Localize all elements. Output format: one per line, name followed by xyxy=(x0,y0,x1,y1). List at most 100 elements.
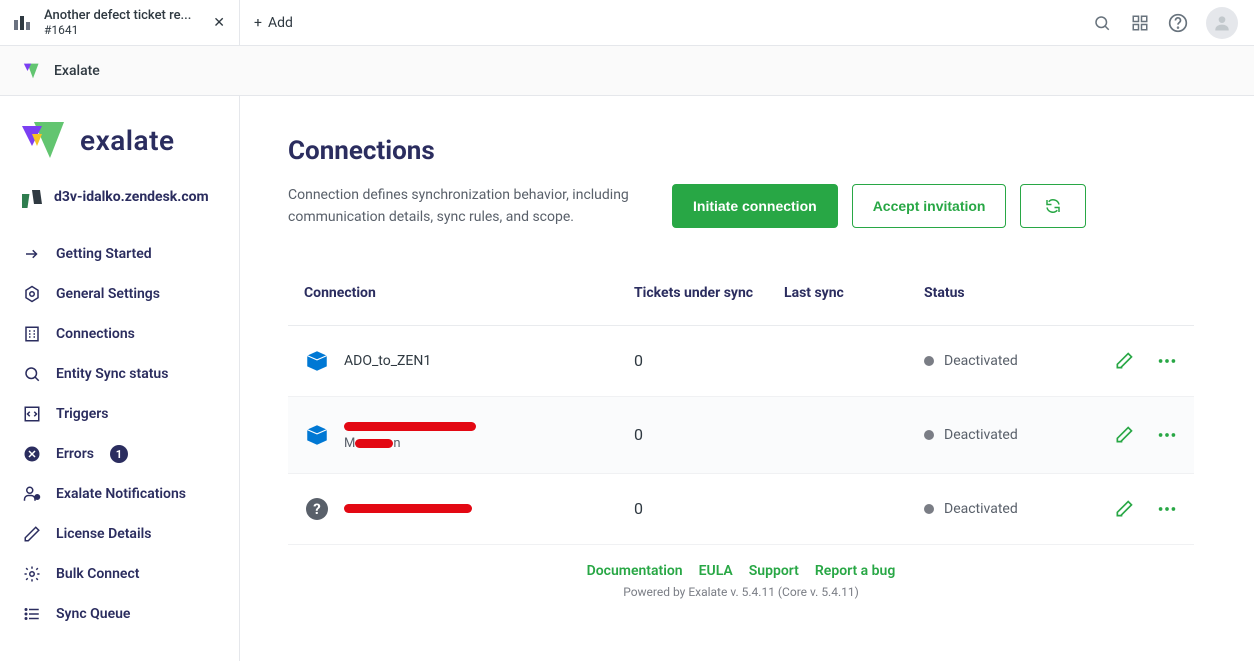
more-button[interactable] xyxy=(1156,350,1178,372)
table-header: Connection Tickets under sync Last sync … xyxy=(288,265,1194,326)
avatar[interactable] xyxy=(1206,7,1238,39)
footer-link-eula[interactable]: EULA xyxy=(699,563,733,579)
nav-label: Errors xyxy=(56,446,94,462)
help-icon[interactable] xyxy=(1168,13,1188,33)
tickets-count: 0 xyxy=(634,499,784,518)
tickets-count: 0 xyxy=(634,425,784,444)
header-connection: Connection xyxy=(304,285,634,301)
header-tickets: Tickets under sync xyxy=(634,285,784,301)
workspace: d3v-idalko.zendesk.com xyxy=(18,188,221,208)
nav-notifications[interactable]: Exalate Notifications xyxy=(18,474,221,514)
footer: Documentation EULA Support Report a bug … xyxy=(288,563,1194,599)
nav-label: Getting Started xyxy=(56,246,152,262)
tab-title: Another defect ticket re... xyxy=(44,8,191,24)
connection-name-redacted: Mn xyxy=(344,419,476,451)
exalate-bar-label: Exalate xyxy=(54,63,100,79)
exalate-bar: Exalate xyxy=(0,46,1254,96)
status-label: Deactivated xyxy=(944,353,1018,369)
svg-text:?: ? xyxy=(313,500,320,518)
edit-button[interactable] xyxy=(1114,350,1134,372)
notification-icon xyxy=(22,484,42,504)
cog-icon xyxy=(22,564,42,584)
nav-label: Connections xyxy=(56,326,135,342)
nav-getting-started[interactable]: Getting Started xyxy=(18,234,221,274)
page-title: Connections xyxy=(288,136,1194,166)
refresh-icon xyxy=(1044,197,1062,215)
top-right xyxy=(1092,7,1254,39)
gear-icon xyxy=(22,284,42,304)
refresh-button[interactable] xyxy=(1020,184,1086,228)
footer-links: Documentation EULA Support Report a bug xyxy=(288,563,1194,579)
status-label: Deactivated xyxy=(944,427,1018,443)
edit-button[interactable] xyxy=(1114,424,1134,446)
table-row[interactable]: Mn 0 Deactivated xyxy=(288,397,1194,474)
page-description: Connection defines synchronization behav… xyxy=(288,184,648,229)
apps-icon[interactable] xyxy=(1130,13,1150,33)
main-content: Connections Connection defines synchroni… xyxy=(240,96,1254,661)
more-button[interactable] xyxy=(1156,424,1178,446)
brand-logo-icon xyxy=(20,120,68,160)
page-actions: Initiate connection Accept invitation xyxy=(672,184,1086,228)
top-bar: Another defect ticket re... #1641 ✕ + Ad… xyxy=(0,0,1254,46)
list-icon xyxy=(22,604,42,624)
search-icon xyxy=(22,364,42,384)
status-dot-icon xyxy=(924,504,934,514)
code-icon xyxy=(22,404,42,424)
initiate-connection-button[interactable]: Initiate connection xyxy=(672,184,838,228)
header-last-sync: Last sync xyxy=(784,285,924,301)
table-row[interactable]: ADO_to_ZEN1 0 Deactivated xyxy=(288,326,1194,397)
ticket-tab[interactable]: Another defect ticket re... #1641 ✕ xyxy=(0,0,240,45)
arrow-right-icon xyxy=(22,244,42,264)
nav-triggers[interactable]: Triggers xyxy=(18,394,221,434)
ado-icon xyxy=(304,422,330,448)
edit-button[interactable] xyxy=(1114,498,1134,520)
nav-connections[interactable]: Connections xyxy=(18,314,221,354)
tab-text: Another defect ticket re... #1641 xyxy=(44,8,191,38)
workspace-icon xyxy=(22,190,44,208)
add-label: Add xyxy=(268,15,293,31)
nav-label: Exalate Notifications xyxy=(56,486,186,502)
nav-label: Bulk Connect xyxy=(56,566,139,582)
nav-label: Triggers xyxy=(56,406,109,422)
brand-name: exalate xyxy=(80,124,175,157)
nav-label: Entity Sync status xyxy=(56,366,168,382)
header-status: Status xyxy=(924,285,1074,301)
add-tab-button[interactable]: + Add xyxy=(240,15,307,31)
nav-label: License Details xyxy=(56,526,151,542)
footer-link-support[interactable]: Support xyxy=(749,563,799,579)
nav-bulk-connect[interactable]: Bulk Connect xyxy=(18,554,221,594)
nav-license[interactable]: License Details xyxy=(18,514,221,554)
footer-link-documentation[interactable]: Documentation xyxy=(587,563,683,579)
page-head: Connection defines synchronization behav… xyxy=(288,184,1194,229)
footer-link-report[interactable]: Report a bug xyxy=(815,563,895,579)
close-tab-button[interactable]: ✕ xyxy=(213,14,225,31)
ado-icon xyxy=(304,348,330,374)
nav-label: General Settings xyxy=(56,286,160,302)
ticket-icon xyxy=(14,15,34,31)
workspace-name: d3v-idalko.zendesk.com xyxy=(54,188,209,208)
tickets-count: 0 xyxy=(634,351,784,370)
question-icon: ? xyxy=(304,496,330,522)
nav: Getting Started General Settings Connect… xyxy=(18,234,221,634)
building-icon xyxy=(22,324,42,344)
table-row[interactable]: ? 0 Deactivated xyxy=(288,474,1194,545)
pencil-icon xyxy=(22,524,42,544)
nav-general-settings[interactable]: General Settings xyxy=(18,274,221,314)
accept-invitation-button[interactable]: Accept invitation xyxy=(852,184,1007,228)
nav-entity-sync[interactable]: Entity Sync status xyxy=(18,354,221,394)
error-icon xyxy=(22,444,42,464)
status-dot-icon xyxy=(924,430,934,440)
nav-errors[interactable]: Errors 1 xyxy=(18,434,221,474)
nav-sync-queue[interactable]: Sync Queue xyxy=(18,594,221,634)
exalate-small-logo-icon xyxy=(22,61,44,81)
nav-label: Sync Queue xyxy=(56,606,130,622)
plus-icon: + xyxy=(254,15,262,31)
tab-subtitle: #1641 xyxy=(44,23,191,37)
connection-name: ADO_to_ZEN1 xyxy=(344,353,431,369)
footer-powered: Powered by Exalate v. 5.4.11 (Core v. 5.… xyxy=(288,585,1194,599)
errors-badge: 1 xyxy=(110,445,128,463)
more-button[interactable] xyxy=(1156,498,1178,520)
status-label: Deactivated xyxy=(944,501,1018,517)
status-dot-icon xyxy=(924,356,934,366)
search-icon[interactable] xyxy=(1092,13,1112,33)
